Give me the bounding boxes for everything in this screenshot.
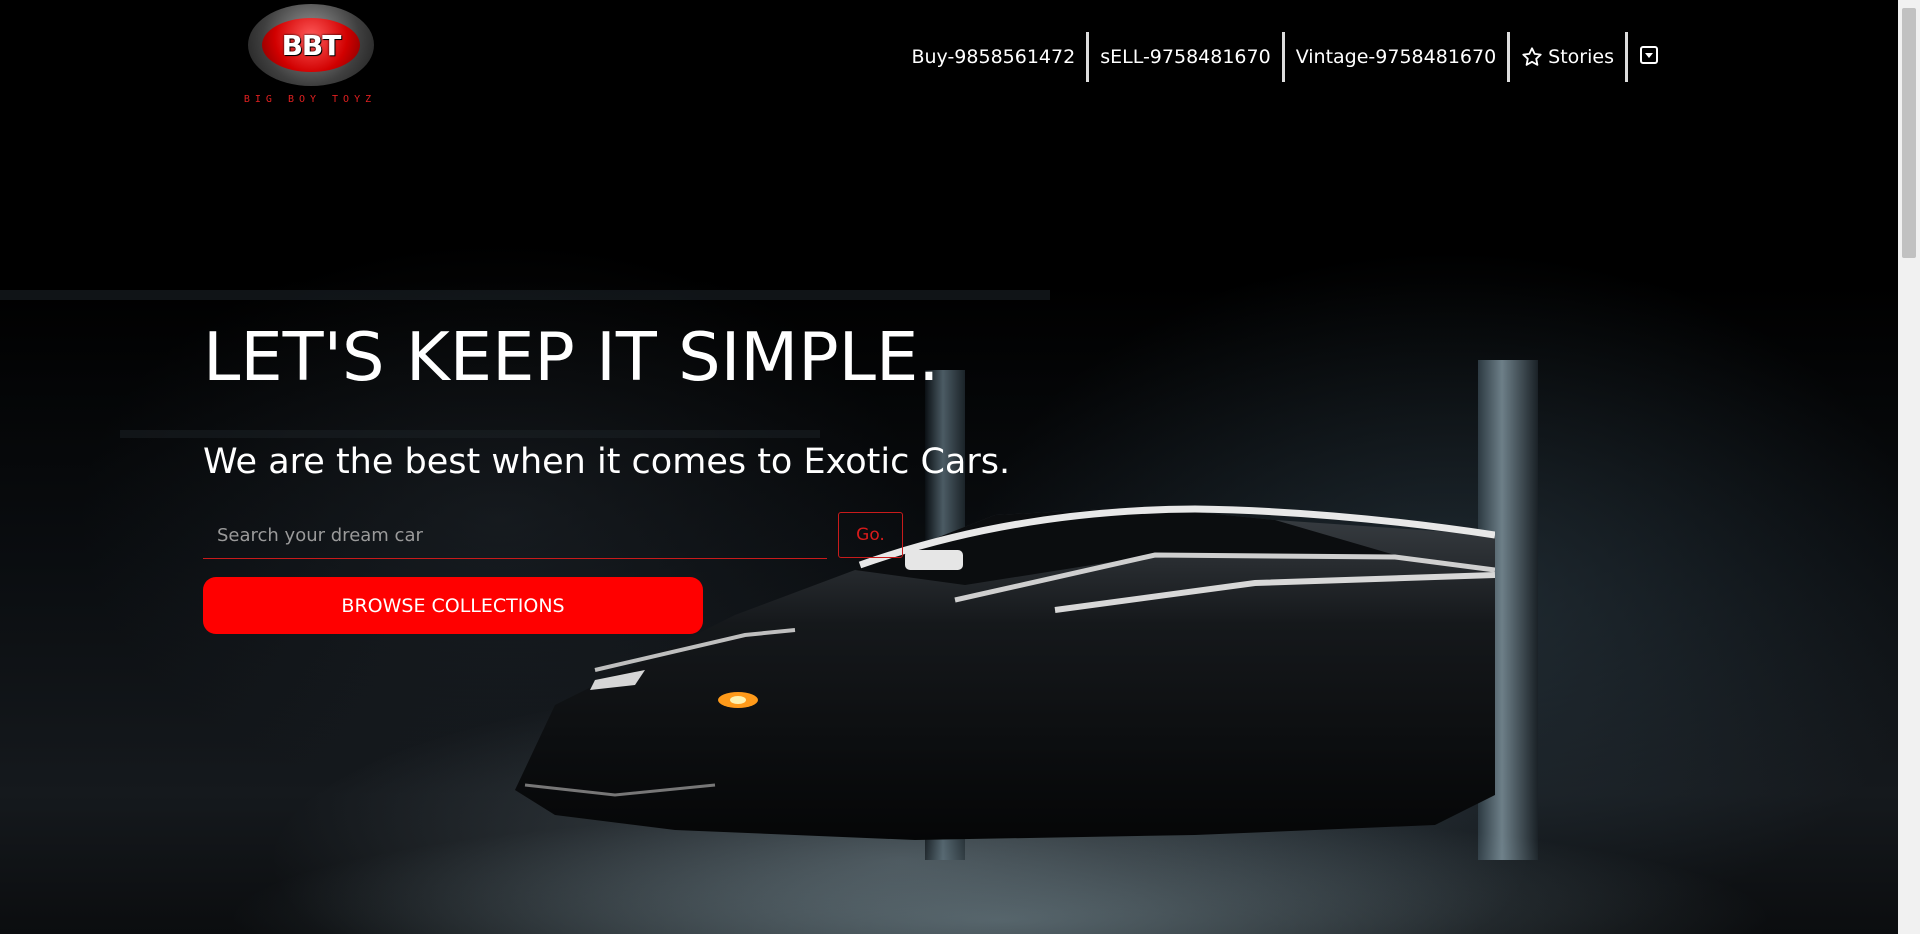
- nav-vintage-link[interactable]: Vintage-9758481670: [1285, 32, 1507, 82]
- logo-tagline: BIG BOY TOYZ: [243, 94, 377, 105]
- browse-collections-button[interactable]: BROWSE COLLECTIONS: [203, 577, 703, 634]
- wall-pipe: [120, 430, 820, 438]
- nav-buy-link[interactable]: Buy-9858561472: [900, 32, 1086, 82]
- page-scrollbar[interactable]: [1898, 0, 1920, 934]
- nav-stories-link[interactable]: Stories: [1510, 32, 1625, 82]
- nav-stories-label: Stories: [1548, 46, 1614, 68]
- hero-subheadline: We are the best when it comes to Exotic …: [203, 442, 1011, 482]
- top-nav: Buy-9858561472 sELL-9758481670 Vintage-9…: [900, 32, 1670, 82]
- menu-toggle-button[interactable]: [1628, 32, 1670, 82]
- scrollbar-thumb[interactable]: [1902, 8, 1916, 258]
- nav-sell-link[interactable]: sELL-9758481670: [1089, 32, 1281, 82]
- search-go-button[interactable]: Go.: [838, 512, 903, 558]
- hero-headline: LET'S KEEP IT SIMPLE.: [203, 318, 940, 396]
- logo-text: BBT: [262, 18, 360, 72]
- star-outline-icon: [1521, 46, 1543, 68]
- search-field-wrapper: [203, 512, 827, 559]
- search-input[interactable]: [203, 512, 827, 558]
- logo-emblem: BBT: [248, 4, 374, 86]
- caret-square-down-icon: [1639, 45, 1659, 70]
- bbt-logo[interactable]: BBT BIG BOY TOYZ: [210, 4, 410, 110]
- ceiling-pipe: [0, 290, 1050, 300]
